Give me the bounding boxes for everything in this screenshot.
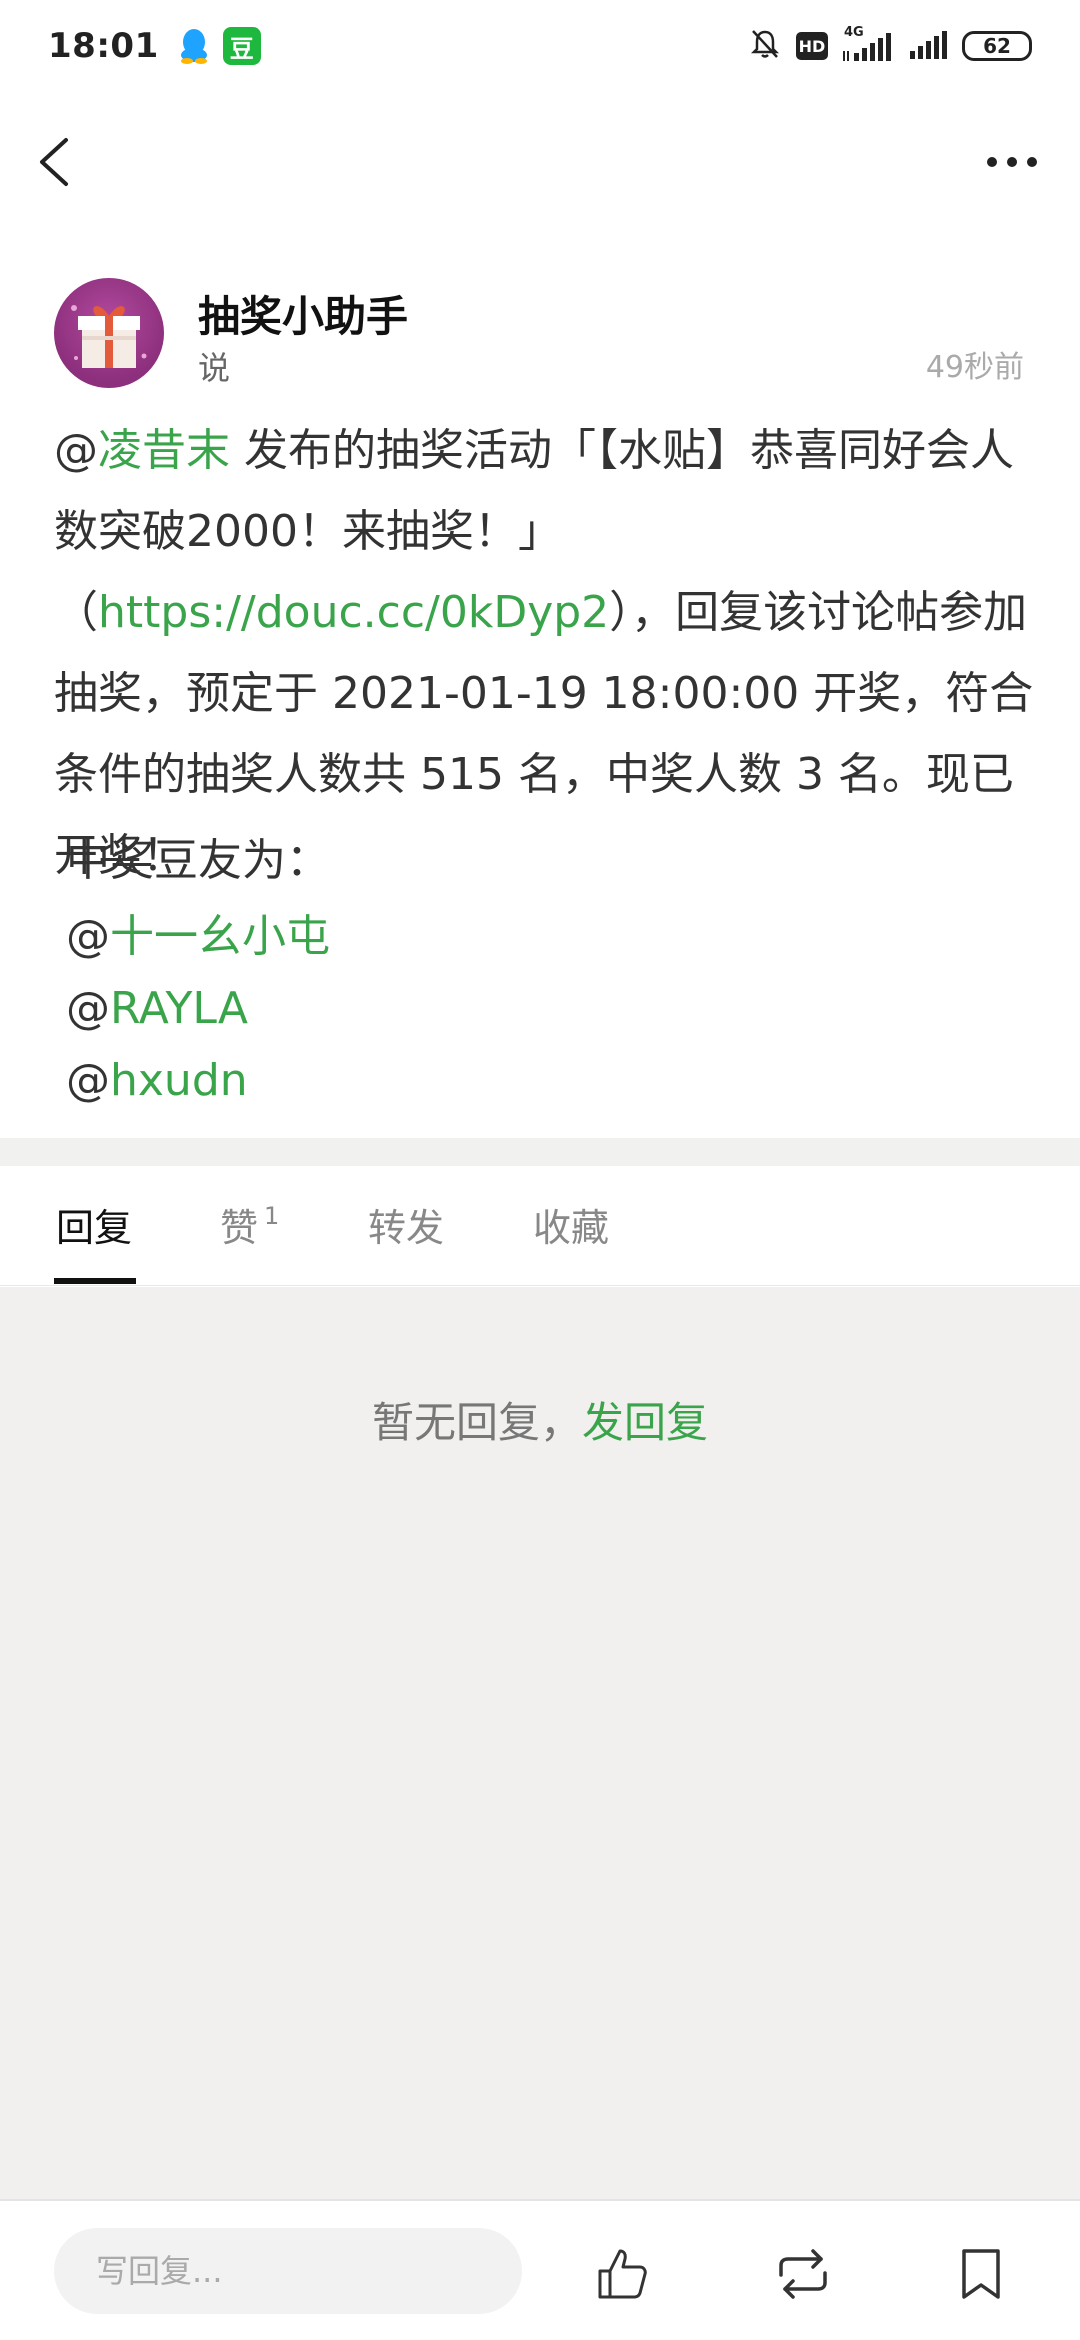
status-time: 18:01 (48, 26, 159, 66)
status-right: HD 4G 62 (748, 25, 1032, 65)
repost-button[interactable] (768, 2239, 838, 2309)
winners-title: 中奖豆友为： (66, 835, 330, 886)
bookmark-button[interactable] (946, 2239, 1016, 2309)
tab-active-indicator (54, 1278, 136, 1284)
author-action: 说 (198, 349, 231, 387)
write-reply-link[interactable]: 发回复 (582, 1398, 708, 1447)
post-text-segment: @ (54, 425, 98, 476)
empty-reply-message: 暂无回复，发回复 (0, 1389, 1080, 1450)
section-divider (0, 1138, 1080, 1166)
more-dot-icon (1027, 157, 1037, 167)
like-button[interactable] (586, 2239, 656, 2309)
hd-icon: HD (796, 32, 828, 60)
winner-link[interactable]: RAYLA (110, 983, 248, 1034)
url-link[interactable]: https://douc.cc/0kDyp2 (98, 587, 609, 638)
winner-link[interactable]: hxudn (110, 1055, 248, 1106)
back-arrow-icon (40, 138, 68, 186)
winner-item: @十一幺小屯 (66, 911, 330, 962)
more-dot-icon (1007, 157, 1017, 167)
winner-item: @hxudn (66, 1055, 248, 1106)
more-button[interactable] (980, 140, 1044, 184)
bookmark-icon (962, 2249, 1000, 2299)
back-button[interactable] (30, 132, 90, 192)
gift-icon (71, 305, 147, 368)
signal-icon (908, 27, 948, 65)
author-name[interactable]: 抽奖小助手 (198, 283, 408, 344)
tab-label: 赞 (220, 1206, 259, 1250)
winners-list: 中奖豆友为： @十一幺小屯 @RAYLA @hxudn (66, 820, 330, 1117)
tab-label: 回复 (56, 1206, 133, 1250)
signal-4g-icon: 4G (842, 25, 894, 63)
network-label: 4G (844, 25, 864, 40)
reply-list: 暂无回复，发回复 (0, 1287, 1080, 2199)
qq-icon (177, 27, 211, 65)
reply-input[interactable]: 写回复... (54, 2228, 522, 2314)
nav-bar (0, 112, 1080, 212)
more-dot-icon (987, 157, 997, 167)
winner-item: @RAYLA (66, 983, 248, 1034)
mute-icon (748, 27, 782, 65)
empty-text: 暂无回复， (371, 1398, 582, 1447)
douban-icon: 豆 (222, 27, 261, 65)
tab-reply[interactable]: 回复 (56, 1198, 132, 1258)
status-bar: 18:01 豆 HD 4G 62 (0, 0, 1080, 92)
avatar[interactable] (54, 278, 164, 388)
mention-link[interactable]: 凌昔末 (98, 425, 230, 476)
tab-like[interactable]: 赞1 (220, 1198, 279, 1258)
post-time: 49秒前 (925, 350, 1024, 385)
tab-label: 收藏 (533, 1206, 610, 1250)
post-tabs: 回复 赞1 转发 收藏 (0, 1166, 1080, 1286)
tab-label: 转发 (368, 1206, 445, 1250)
winner-link[interactable]: 十一幺小屯 (110, 911, 330, 962)
tab-collect[interactable]: 收藏 (533, 1198, 609, 1258)
tab-count: 1 (264, 1202, 280, 1230)
repost-icon (779, 2249, 827, 2299)
thumbs-up-icon (598, 2249, 647, 2299)
bottom-bar: 写回复... (0, 2199, 1080, 2340)
tab-repost[interactable]: 转发 (368, 1198, 444, 1258)
battery-icon: 62 (962, 31, 1032, 61)
